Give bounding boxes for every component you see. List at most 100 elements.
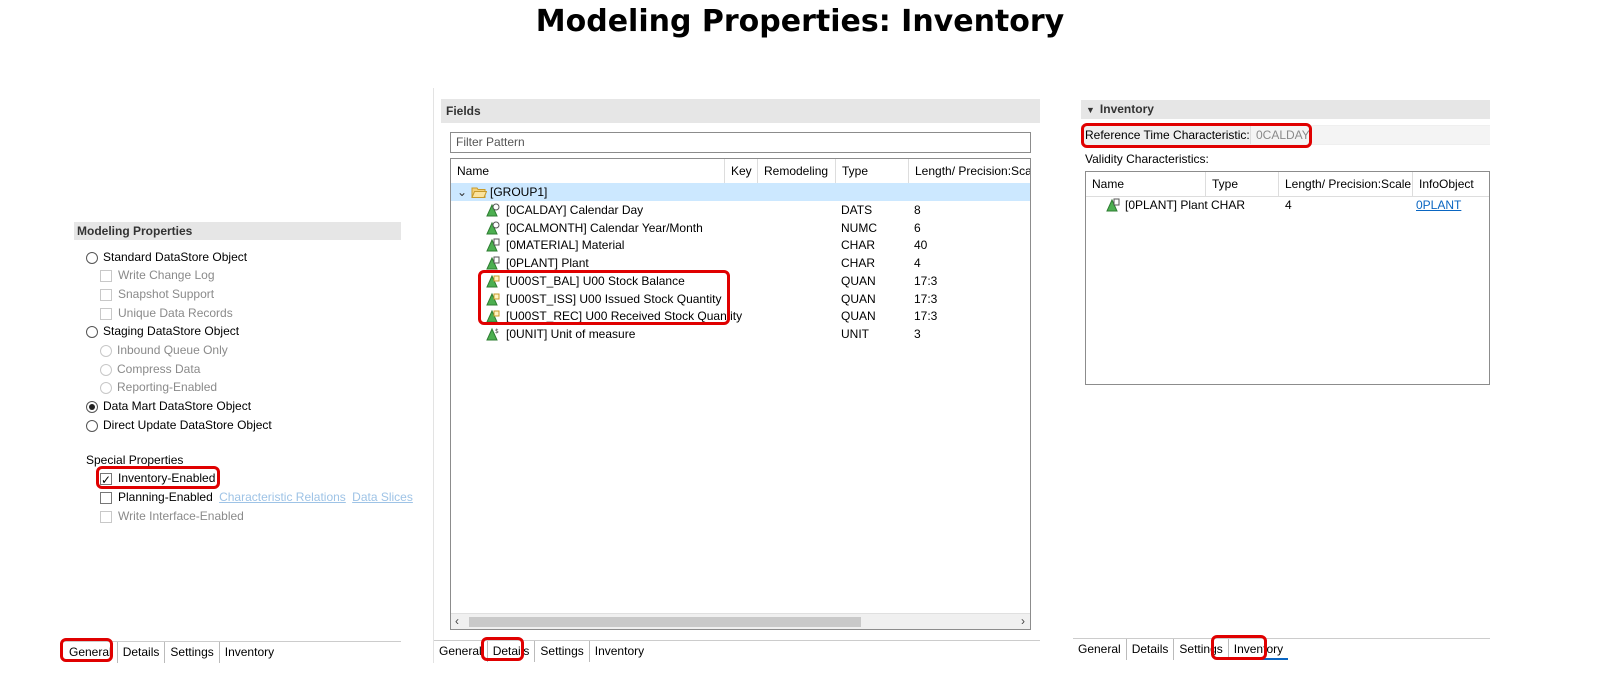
- option-8[interactable]: Data Mart DataStore Object: [86, 397, 251, 415]
- radio-icon[interactable]: [86, 251, 98, 264]
- char-name: [0PLANT] Plant: [1125, 198, 1208, 212]
- planning-enabled-checkbox[interactable]: Planning-Enabled Characteristic Relation…: [100, 488, 413, 506]
- field-type: QUAN: [841, 309, 876, 324]
- ref-time-field[interactable]: 0CALDAY: [1250, 126, 1490, 144]
- table-row[interactable]: $ [0UNIT] Unit of measure UNIT 3: [451, 325, 1030, 343]
- option-3[interactable]: Unique Data Records: [100, 304, 233, 322]
- checkbox-icon[interactable]: [100, 491, 112, 504]
- tab-details[interactable]: Details: [488, 641, 536, 662]
- field-length: 17:3: [914, 309, 938, 324]
- scroll-left-icon[interactable]: ‹: [455, 614, 459, 628]
- scroll-right-icon[interactable]: ›: [1021, 614, 1025, 628]
- checkbox-icon[interactable]: [100, 307, 112, 320]
- radio-icon[interactable]: [100, 344, 112, 357]
- inventory-enabled-checkbox[interactable]: Inventory-Enabled: [100, 469, 215, 489]
- horizontal-scrollbar[interactable]: ‹ ›: [451, 613, 1030, 629]
- option-6[interactable]: Compress Data: [100, 360, 200, 378]
- svg-text:$: $: [495, 328, 499, 335]
- group-row[interactable]: ⌄ [GROUP1]: [451, 183, 1030, 201]
- validity-table[interactable]: Name Type Length/ Precision:Scale InfoOb…: [1085, 171, 1490, 385]
- tab-details[interactable]: Details: [118, 642, 166, 663]
- tab-general[interactable]: General: [1073, 639, 1127, 660]
- fields-header: Fields: [441, 99, 1040, 123]
- option-label: Staging DataStore Object: [103, 324, 240, 338]
- col-length[interactable]: Length/ Precision:Scal: [909, 159, 1030, 184]
- field-length: 6: [914, 220, 921, 235]
- table-row[interactable]: [U00ST_REC] U00 Received Stock Quantity Q…: [451, 307, 1030, 325]
- left-tab-bar: General Details Settings Inventory: [64, 641, 401, 663]
- option-label: Inbound Queue Only: [117, 343, 228, 357]
- field-type: UNIT: [841, 326, 869, 341]
- group-label: [GROUP1]: [490, 185, 548, 199]
- table-row[interactable]: [0CALMONTH] Calendar Year/Month NUMC 6: [451, 219, 1030, 237]
- table-row[interactable]: [0MATERIAL] Material CHAR 40: [451, 236, 1030, 254]
- folder-open-icon: [471, 183, 488, 201]
- col-remodeling[interactable]: Remodeling: [758, 159, 836, 184]
- option-2[interactable]: Snapshot Support: [100, 285, 214, 303]
- option-4[interactable]: Staging DataStore Object: [86, 322, 239, 340]
- field-type: NUMC: [841, 220, 877, 235]
- table-row[interactable]: [U00ST_ISS] U00 Issued Stock Quantity QUA…: [451, 290, 1030, 308]
- col-type[interactable]: Type: [836, 159, 909, 184]
- tab-inventory[interactable]: Inventory: [590, 641, 649, 662]
- option-label: Compress Data: [117, 362, 201, 376]
- option-label: Snapshot Support: [118, 287, 215, 301]
- radio-icon[interactable]: [86, 419, 98, 432]
- tab-inventory[interactable]: Inventory: [1228, 639, 1289, 660]
- chevron-down-icon[interactable]: ⌄: [457, 183, 467, 201]
- field-length: 17:3: [914, 291, 938, 306]
- table-row[interactable]: [0PLANT] Plant CHAR 4 0PLANT: [1086, 196, 1489, 214]
- table-row[interactable]: [0CALDAY] Calendar Day DATS 8: [451, 201, 1030, 219]
- page-title: Modeling Properties: Inventory: [535, 4, 1065, 39]
- tab-settings[interactable]: Settings: [1174, 639, 1229, 660]
- table-row[interactable]: [0PLANT] Plant CHAR 4: [451, 254, 1030, 272]
- col-name[interactable]: Name: [1086, 172, 1206, 197]
- col-type[interactable]: Type: [1206, 172, 1279, 197]
- option-label: Write Change Log: [118, 268, 215, 282]
- filter-input[interactable]: Filter Pattern: [450, 132, 1031, 153]
- tab-details[interactable]: Details: [1127, 639, 1175, 660]
- tab-general[interactable]: General: [434, 641, 488, 662]
- col-infoobject[interactable]: InfoObject: [1413, 172, 1489, 197]
- fields-table-header: Name Key Remodeling Type Length/ Precisi…: [451, 159, 1030, 184]
- infoobject-link[interactable]: 0PLANT: [1416, 196, 1461, 214]
- char-length: 4: [1285, 198, 1292, 212]
- option-7[interactable]: Reporting-Enabled: [100, 378, 217, 396]
- option-9[interactable]: Direct Update DataStore Object: [86, 416, 272, 434]
- field-name: [U00ST_BAL] U00 Stock Balance: [506, 273, 685, 288]
- field-length: 17:3: [914, 273, 938, 288]
- write-interface-checkbox[interactable]: Write Interface-Enabled: [100, 507, 244, 525]
- modeling-properties-header: Modeling Properties: [74, 222, 401, 240]
- fields-tree-table[interactable]: Name Key Remodeling Type Length/ Precisi…: [450, 158, 1031, 630]
- tab-settings[interactable]: Settings: [165, 642, 220, 663]
- ref-time-label: Reference Time Characteristic:: [1085, 128, 1250, 142]
- field-name: [0CALDAY] Calendar Day: [506, 203, 644, 217]
- option-5[interactable]: Inbound Queue Only: [100, 341, 228, 359]
- radio-icon[interactable]: [86, 400, 98, 413]
- option-0[interactable]: Standard DataStore Object: [86, 248, 247, 266]
- tab-general[interactable]: General: [64, 642, 118, 663]
- char-icon: [1106, 198, 1120, 217]
- tab-settings[interactable]: Settings: [535, 641, 590, 662]
- option-1[interactable]: Write Change Log: [100, 266, 215, 284]
- radio-icon[interactable]: [86, 325, 98, 338]
- data-slices-link[interactable]: Data Slices: [352, 490, 413, 504]
- checkbox-icon[interactable]: [100, 510, 112, 523]
- panel-divider: [433, 88, 434, 663]
- characteristic-relations-link[interactable]: Characteristic Relations: [219, 490, 346, 504]
- col-length[interactable]: Length/ Precision:Scale: [1279, 172, 1413, 197]
- table-row[interactable]: [U00ST_BAL] U00 Stock Balance QUAN 17:3: [451, 272, 1030, 290]
- caret-down-icon[interactable]: ▼: [1086, 105, 1095, 115]
- col-name[interactable]: Name: [451, 159, 725, 184]
- col-key[interactable]: Key: [725, 159, 758, 184]
- checkbox-icon[interactable]: [100, 288, 112, 301]
- checkbox-icon[interactable]: [100, 269, 112, 282]
- radio-icon[interactable]: [100, 363, 112, 376]
- checkbox-checked-icon[interactable]: [100, 471, 112, 489]
- field-length: 4: [914, 256, 921, 271]
- radio-icon[interactable]: [100, 381, 112, 394]
- tab-inventory[interactable]: Inventory: [220, 642, 279, 663]
- scrollbar-thumb[interactable]: [469, 617, 861, 627]
- inventory-header[interactable]: ▼ Inventory: [1081, 100, 1490, 119]
- field-name: [0PLANT] Plant: [506, 256, 589, 271]
